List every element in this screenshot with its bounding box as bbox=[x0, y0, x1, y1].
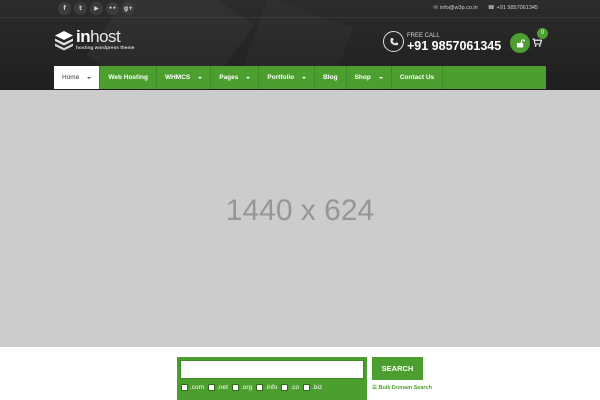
phone-text: +91 9857061345 bbox=[496, 5, 538, 11]
bulk-domain-search-link[interactable]: ☰ Bulk Domain Search bbox=[372, 383, 432, 394]
tld-label: .info bbox=[265, 384, 278, 391]
tld-checkbox[interactable] bbox=[181, 384, 188, 391]
tld-options: .com .net .org .info .co .biz bbox=[181, 384, 322, 391]
nav-item-contact-us[interactable]: Contact Us bbox=[392, 66, 444, 89]
nav-item-label: WHMCS bbox=[164, 74, 191, 81]
domain-search-button[interactable]: SEARCH bbox=[372, 357, 423, 380]
social-links: f t ▶ •• g+ bbox=[58, 2, 135, 15]
twitter-icon[interactable]: t bbox=[74, 2, 87, 15]
flickr-icon[interactable]: •• bbox=[106, 2, 119, 15]
tld-option[interactable]: .co bbox=[281, 384, 299, 391]
hero-slider: 1440 x 624 bbox=[0, 90, 600, 347]
tld-option[interactable]: .info bbox=[256, 384, 277, 391]
tld-label: .com bbox=[190, 384, 205, 391]
unlock-icon bbox=[516, 38, 525, 48]
envelope-icon: ✉ bbox=[433, 5, 438, 11]
top-contact: ✉ info@w3p.co.in ☎ +91 9857061345 bbox=[433, 4, 538, 13]
top-bar: f t ▶ •• g+ ✉ info@w3p.co.in ☎ +91 9857061345 bbox=[0, 0, 600, 18]
facebook-icon[interactable]: f bbox=[58, 2, 71, 15]
free-call: FREE CALL +91 9857061345 bbox=[383, 31, 513, 55]
caret-down-icon bbox=[378, 76, 383, 79]
tld-label: .biz bbox=[312, 384, 323, 391]
caret-down-icon bbox=[198, 76, 203, 79]
nav-item-pages[interactable]: Pages bbox=[211, 66, 260, 89]
domain-search-section: .com .net .org .info .co .biz SEARCH ☰ Bulk D… bbox=[0, 347, 600, 400]
nav-item-label: Contact Us bbox=[399, 74, 435, 81]
site-header: f t ▶ •• g+ ✉ info@w3p.co.in ☎ +91 9857061345 … bbox=[0, 0, 600, 90]
nav-item-blog[interactable]: Blog bbox=[315, 66, 347, 89]
logo-wordmark: inhost bbox=[76, 27, 121, 46]
free-call-number: +91 9857061345 bbox=[407, 39, 502, 53]
site-logo[interactable]: inhost hosting wordpress theme bbox=[54, 27, 164, 56]
caret-down-icon bbox=[302, 76, 307, 79]
main-nav: Home Web Hosting WHMCS Pages Portfolio Blog Sh… bbox=[54, 66, 546, 89]
tld-checkbox[interactable] bbox=[208, 384, 216, 391]
domain-search-input[interactable] bbox=[180, 360, 364, 379]
login-button[interactable] bbox=[510, 33, 530, 53]
logo-tagline: hosting wordpress theme bbox=[76, 46, 135, 51]
nav-item-shop[interactable]: Shop bbox=[347, 66, 392, 89]
nav-item-label: Shop bbox=[354, 74, 371, 81]
top-email[interactable]: ✉ info@w3p.co.in bbox=[433, 4, 477, 13]
phone-icon: ☎ bbox=[487, 5, 495, 11]
tld-label: .co bbox=[290, 384, 300, 391]
nav-item-whmcs[interactable]: WHMCS bbox=[157, 66, 212, 89]
phone-icon bbox=[383, 31, 404, 52]
caret-down-icon bbox=[246, 76, 251, 79]
cart-icon[interactable] bbox=[532, 38, 542, 47]
nav-item-home[interactable]: Home bbox=[54, 66, 101, 89]
tld-checkbox[interactable] bbox=[231, 384, 239, 391]
google-plus-icon[interactable]: g+ bbox=[122, 2, 135, 15]
domain-search-box: .com .net .org .info .co .biz bbox=[177, 357, 367, 400]
hero-placeholder-text: 1440 x 624 bbox=[225, 194, 375, 227]
tld-option[interactable]: .net bbox=[208, 384, 228, 391]
nav-item-label: Blog bbox=[323, 74, 338, 81]
tld-label: .net bbox=[217, 384, 228, 391]
caret-down-icon bbox=[87, 76, 92, 79]
tld-checkbox[interactable] bbox=[256, 384, 264, 391]
nav-item-label: Pages bbox=[219, 74, 239, 81]
nav-item-label: Portfolio bbox=[267, 74, 295, 81]
tld-label: .org bbox=[240, 384, 253, 391]
nav-item-label: Home bbox=[62, 74, 80, 81]
tld-checkbox[interactable] bbox=[281, 384, 289, 391]
youtube-icon[interactable]: ▶ bbox=[90, 2, 103, 15]
top-phone: ☎ +91 9857061345 bbox=[488, 4, 538, 13]
nav-item-label: Web Hosting bbox=[108, 74, 148, 81]
logo-stack-icon bbox=[55, 31, 73, 51]
tld-option[interactable]: .biz bbox=[303, 384, 322, 391]
bulk-domain-search-label: Bulk Domain Search bbox=[378, 385, 432, 391]
nav-item-portfolio[interactable]: Portfolio bbox=[259, 66, 316, 89]
nav-item-web-hosting[interactable]: Web Hosting bbox=[100, 66, 157, 89]
tld-checkbox[interactable] bbox=[303, 384, 311, 391]
email-text: info@w3p.co.in bbox=[440, 5, 478, 11]
tld-option[interactable]: .org bbox=[231, 384, 253, 391]
tld-option[interactable]: .com bbox=[181, 384, 204, 391]
